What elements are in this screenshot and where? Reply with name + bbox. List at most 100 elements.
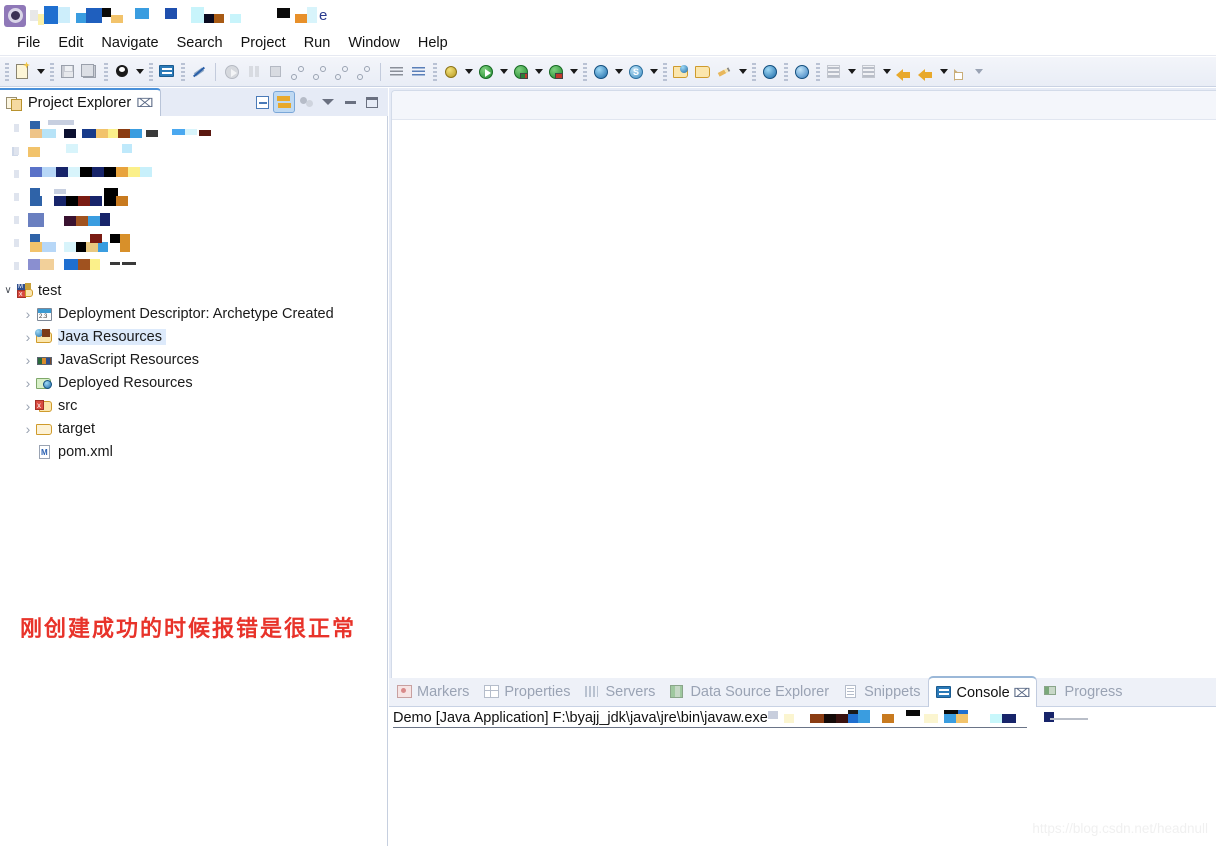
twisty-icon[interactable]	[14, 193, 19, 201]
tree-item-deployed-resources[interactable]: › Deployed Resources	[0, 371, 387, 394]
twisty-icon[interactable]	[14, 170, 19, 178]
focus-on-active-task-button[interactable]	[296, 92, 316, 112]
chevron-right-icon[interactable]: ›	[20, 375, 36, 391]
tab-markers[interactable]: Markers	[389, 677, 476, 706]
tree-item-pom-xml[interactable]: pom.xml	[0, 440, 387, 463]
run-button[interactable]	[475, 61, 497, 83]
view-menu-button[interactable]	[318, 92, 338, 112]
menu-project[interactable]: Project	[232, 33, 295, 53]
forward-nav-button[interactable]	[950, 61, 972, 83]
open-web-browser-button[interactable]	[759, 61, 781, 83]
redacted-tree-row[interactable]	[0, 141, 387, 164]
toolbar-grip[interactable]	[784, 62, 788, 81]
menu-search[interactable]: Search	[168, 33, 232, 53]
redacted-tree-row[interactable]	[0, 187, 387, 210]
menu-file[interactable]: File	[8, 33, 49, 53]
debug-button[interactable]	[440, 61, 462, 83]
chevron-down-icon[interactable]: ∨	[0, 285, 16, 296]
twisty-icon[interactable]	[14, 147, 19, 155]
tab-progress[interactable]: Progress	[1037, 677, 1130, 706]
chevron-right-icon[interactable]: ›	[20, 421, 36, 437]
redacted-tree-row[interactable]	[0, 256, 387, 279]
project-explorer-tree[interactable]: ∨Mxtest›Deployment Descriptor: Archetype…	[0, 116, 388, 846]
close-icon[interactable]: ⌧	[136, 96, 153, 110]
new-dropdown-arrow[interactable]	[34, 61, 47, 83]
toolbar-grip[interactable]	[50, 62, 54, 81]
menu-help[interactable]: Help	[409, 33, 457, 53]
run-external-tools-button[interactable]	[545, 61, 567, 83]
skip-breakpoints-button[interactable]	[188, 61, 210, 83]
save-all-button[interactable]	[79, 61, 101, 83]
toolbar-grip[interactable]	[663, 62, 667, 81]
run-as-server-dropdown-arrow[interactable]	[532, 61, 545, 83]
open-task-button[interactable]	[791, 61, 813, 83]
user-dropdown-arrow[interactable]	[133, 61, 146, 83]
open-console-button[interactable]	[156, 61, 178, 83]
redacted-tree-row[interactable]	[0, 210, 387, 233]
tree-item-test[interactable]: ∨ Mx test	[0, 279, 387, 302]
tab-snippets[interactable]: Snippets	[836, 677, 927, 706]
twisty-icon[interactable]	[14, 124, 19, 132]
redacted-tree-row[interactable]	[0, 164, 387, 187]
open-perspective-button[interactable]	[670, 61, 692, 83]
new-button[interactable]	[12, 61, 34, 83]
menu-window[interactable]: Window	[339, 33, 409, 53]
save-button[interactable]	[57, 61, 79, 83]
new-server-button[interactable]: S	[625, 61, 647, 83]
tree-item-src[interactable]: › x src	[0, 394, 387, 417]
close-icon[interactable]: ⌧	[1013, 686, 1030, 700]
tab-properties[interactable]: Properties	[476, 677, 577, 706]
run-dropdown-arrow[interactable]	[497, 61, 510, 83]
chevron-right-icon[interactable]: ›	[20, 329, 36, 345]
editor-empty-area[interactable]	[391, 90, 1216, 678]
tab-data-source-explorer[interactable]: Data Source Explorer	[662, 677, 836, 706]
menu-navigate[interactable]: Navigate	[92, 33, 167, 53]
next-annotation-dropdown-arrow[interactable]	[845, 61, 858, 83]
chevron-right-icon[interactable]: ›	[20, 352, 36, 368]
toolbar-grip[interactable]	[104, 62, 108, 81]
tab-servers[interactable]: Servers	[577, 677, 662, 706]
external-tools-dropdown-arrow[interactable]	[567, 61, 580, 83]
new-server-dropdown-arrow[interactable]	[647, 61, 660, 83]
redacted-tree-row[interactable]	[0, 233, 387, 256]
pencil-button[interactable]	[714, 61, 736, 83]
toolbar-grip[interactable]	[816, 62, 820, 81]
tree-item-java-resources[interactable]: › Java Resources	[0, 325, 387, 348]
run-as-server-button[interactable]	[510, 61, 532, 83]
link-with-editor-button[interactable]	[273, 91, 295, 113]
menu-run[interactable]: Run	[295, 33, 340, 53]
toolbar-grip[interactable]	[752, 62, 756, 81]
tab-project-explorer[interactable]: Project Explorer ⌧	[0, 88, 161, 116]
toolbar-grip[interactable]	[433, 62, 437, 81]
tree-item-javascript-resources[interactable]: › JavaScript Resources	[0, 348, 387, 371]
toolbar-grip[interactable]	[5, 62, 9, 81]
previous-annotation-dropdown-arrow[interactable]	[880, 61, 893, 83]
debug-dropdown-arrow[interactable]	[462, 61, 475, 83]
new-marker-button[interactable]	[408, 61, 430, 83]
pencil-dropdown-arrow[interactable]	[736, 61, 749, 83]
menu-edit[interactable]: Edit	[49, 33, 92, 53]
toolbar-grip[interactable]	[149, 62, 153, 81]
tree-item-deployment-descriptor[interactable]: › Deployment Descriptor: Archetype Create…	[0, 302, 387, 325]
new-web-project-button[interactable]	[590, 61, 612, 83]
collapse-all-button[interactable]	[252, 92, 272, 112]
back-history-button[interactable]	[893, 61, 915, 83]
toolbar-grip[interactable]	[583, 62, 587, 81]
tree-item-target[interactable]: › target	[0, 417, 387, 440]
minimize-view-button[interactable]	[340, 92, 360, 112]
back-nav-button[interactable]	[915, 61, 937, 83]
chevron-right-icon[interactable]: ›	[20, 398, 36, 414]
user-button[interactable]	[111, 61, 133, 83]
twisty-icon[interactable]	[14, 262, 19, 270]
forward-nav-dropdown-arrow[interactable]	[972, 61, 985, 83]
new-web-project-dropdown-arrow[interactable]	[612, 61, 625, 83]
twisty-icon[interactable]	[14, 216, 19, 224]
toggle-mark-occurrences-button[interactable]	[386, 61, 408, 83]
toolbar-grip[interactable]	[181, 62, 185, 81]
back-nav-dropdown-arrow[interactable]	[937, 61, 950, 83]
console-body[interactable]: Demo [Java Application] F:\byajj_jdk\jav…	[389, 707, 1216, 846]
redacted-tree-row[interactable]	[0, 118, 387, 141]
twisty-icon[interactable]	[14, 239, 19, 247]
tab-console[interactable]: Console ⌧	[927, 676, 1037, 707]
open-type-button[interactable]	[692, 61, 714, 83]
